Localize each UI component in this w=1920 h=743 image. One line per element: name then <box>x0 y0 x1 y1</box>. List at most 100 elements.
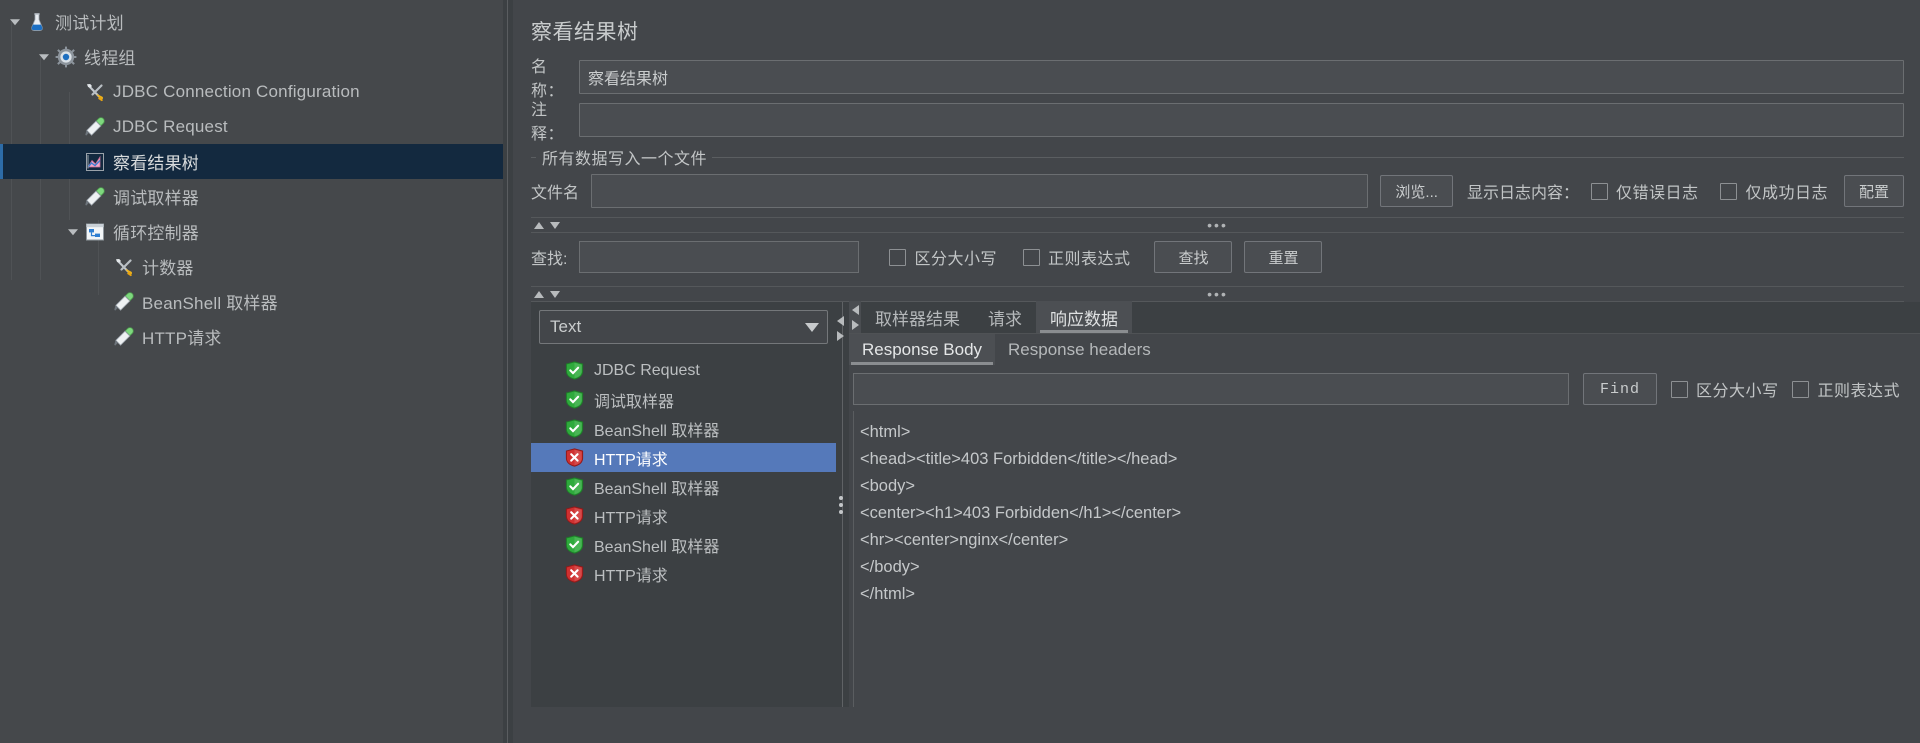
wrench-icon <box>113 256 135 278</box>
tree-item-8[interactable]: BeanShell 取样器 <box>0 284 503 319</box>
result-row-label: HTTP请求 <box>594 451 668 469</box>
tree-twisty-placeholder <box>91 319 113 354</box>
response-find-input[interactable] <box>853 373 1569 405</box>
detail-tab-2[interactable]: 响应数据 <box>1036 301 1132 333</box>
tree-item-1[interactable]: 线程组 <box>0 39 503 74</box>
search-input[interactable] <box>579 241 860 273</box>
result-row[interactable]: HTTP请求 <box>531 443 836 472</box>
write-all-data-to-file-group: 所有数据写入一个文件 文件名 浏览... 显示日志内容： 仅错误日志 仅成功日志… <box>531 145 1904 212</box>
splitter-arrows[interactable] <box>531 221 560 229</box>
result-row[interactable]: HTTP请求 <box>531 559 836 588</box>
errors-only-checkbox[interactable]: 仅错误日志 <box>1590 179 1699 203</box>
tree-twisty-placeholder <box>91 284 113 319</box>
result-row-label: JDBC Request <box>594 361 700 379</box>
response-subtab-0[interactable]: Response Body <box>849 334 996 365</box>
tree-item-2[interactable]: JDBC Connection Configuration <box>0 74 503 109</box>
tree-item-label: JDBC Request <box>113 116 228 136</box>
detail-tab-1[interactable]: 请求 <box>974 301 1036 333</box>
success-shield-icon <box>565 390 584 409</box>
configure-button[interactable]: 配置 <box>1843 175 1904 207</box>
tree-item-3[interactable]: JDBC Request <box>0 109 503 144</box>
group-legend-label: 所有数据写入一个文件 <box>536 145 713 169</box>
chevron-down-icon[interactable] <box>62 214 84 249</box>
splitter-arrows[interactable] <box>837 316 844 341</box>
name-input[interactable] <box>579 60 1904 94</box>
search-regex-checkbox[interactable]: 正则表达式 <box>1022 245 1131 269</box>
collapse-left-icon[interactable] <box>837 316 844 326</box>
response-subtab-1[interactable]: Response headers <box>995 334 1164 365</box>
tree-item-label: 计数器 <box>142 259 194 278</box>
chevron-down-icon[interactable] <box>805 322 819 332</box>
browse-button[interactable]: 浏览... <box>1380 175 1453 207</box>
results-detail-area: Text JDBC Request 调试取样器 BeanShell 取样器 HTTP请… <box>531 301 1920 707</box>
splitter-grip-icon[interactable] <box>839 495 843 514</box>
search-label: 查找: <box>531 251 568 268</box>
sampler-result-list[interactable]: JDBC Request 调试取样器 BeanShell 取样器 HTTP请求 Bean… <box>531 348 836 707</box>
gear-icon <box>55 46 77 68</box>
test-plan-tree[interactable]: 测试计划线程组 JDBC Connection Configuration JDBC… <box>0 0 503 743</box>
tree-item-0[interactable]: 测试计划 <box>0 4 503 39</box>
checkbox-box[interactable] <box>1792 380 1810 398</box>
chevron-down-icon[interactable] <box>33 39 55 74</box>
checkbox-box[interactable] <box>1590 182 1608 200</box>
results-splitter[interactable] <box>836 302 849 707</box>
collapse-down-icon[interactable] <box>550 221 560 229</box>
response-find-button[interactable]: Find <box>1582 373 1657 405</box>
comment-input[interactable] <box>579 103 1904 137</box>
response-regex-checkbox[interactable]: 正则表达式 <box>1792 377 1900 401</box>
result-row[interactable]: HTTP请求 <box>531 501 836 530</box>
checkbox-box[interactable] <box>1670 380 1688 398</box>
response-case-checkbox[interactable]: 区分大小写 <box>1670 377 1779 401</box>
pipette-icon <box>84 116 106 138</box>
splitter-upper[interactable]: ••• <box>531 217 1904 233</box>
tab-scroll-arrows[interactable] <box>849 301 861 333</box>
tree-twisty-placeholder <box>91 249 113 284</box>
results-column: Text JDBC Request 调试取样器 BeanShell 取样器 HTTP请… <box>531 302 836 707</box>
render-type-combo[interactable]: Text <box>539 310 828 344</box>
tab-scroll-left-icon[interactable] <box>851 304 859 315</box>
tree-item-4[interactable]: 察看结果树 <box>0 144 503 179</box>
search-case-checkbox[interactable]: 区分大小写 <box>889 245 997 269</box>
splitter-arrows[interactable] <box>531 290 560 298</box>
success-only-checkbox[interactable]: 仅成功日志 <box>1720 179 1828 203</box>
filename-input[interactable] <box>591 174 1369 208</box>
collapse-down-icon[interactable] <box>550 290 560 298</box>
result-row-label: HTTP请求 <box>594 567 668 585</box>
response-subtabstrip[interactable]: Response Body Response headers <box>849 334 1920 365</box>
splitter-grip-icon[interactable]: ••• <box>1207 287 1228 301</box>
splitter-grip-icon[interactable]: ••• <box>1207 218 1228 232</box>
result-row-label: 调试取样器 <box>594 393 675 411</box>
pipette-icon <box>113 291 135 313</box>
result-row[interactable]: BeanShell 取样器 <box>531 530 836 559</box>
tree-item-7[interactable]: 计数器 <box>0 249 503 284</box>
search-regex-label: 正则表达式 <box>1047 251 1131 268</box>
collapse-up-icon[interactable] <box>534 290 544 298</box>
search-button[interactable]: 查找 <box>1154 241 1233 273</box>
result-row[interactable]: BeanShell 取样器 <box>531 414 836 443</box>
tree-item-6[interactable]: 循环控制器 <box>0 214 503 249</box>
collapse-right-icon[interactable] <box>837 331 844 341</box>
tree-item-9[interactable]: HTTP请求 <box>0 319 503 354</box>
result-row[interactable]: 调试取样器 <box>531 385 836 414</box>
result-row[interactable]: BeanShell 取样器 <box>531 472 836 501</box>
checkbox-box[interactable] <box>889 248 907 266</box>
pipette-icon <box>84 186 106 208</box>
main-vertical-splitter[interactable] <box>503 0 513 743</box>
tree-item-5[interactable]: 调试取样器 <box>0 179 503 214</box>
tree-item-label: 测试计划 <box>55 14 124 33</box>
checkbox-box[interactable] <box>1022 248 1040 266</box>
result-row[interactable]: JDBC Request <box>531 356 836 385</box>
response-body-text[interactable]: <html> <head><title>403 Forbidden</title… <box>853 411 1920 707</box>
reset-button[interactable]: 重置 <box>1244 241 1323 273</box>
checkbox-box[interactable] <box>1720 182 1738 200</box>
error-shield-icon <box>565 564 584 583</box>
chevron-down-icon[interactable] <box>4 4 26 39</box>
collapse-up-icon[interactable] <box>534 221 544 229</box>
detail-tab-0[interactable]: 取样器结果 <box>861 301 974 333</box>
view-results-tree-panel: 察看结果树 名称： 注释： 所有数据写入一个文件 文件名 浏览... 显示日志内… <box>513 0 1920 743</box>
tab-scroll-right-icon[interactable] <box>851 319 859 330</box>
splitter-lower[interactable]: ••• <box>531 286 1904 302</box>
errors-only-label: 仅错误日志 <box>1615 185 1699 202</box>
success-only-label: 仅成功日志 <box>1745 185 1828 202</box>
detail-tabstrip[interactable]: 取样器结果 请求 响应数据 <box>849 301 1920 334</box>
